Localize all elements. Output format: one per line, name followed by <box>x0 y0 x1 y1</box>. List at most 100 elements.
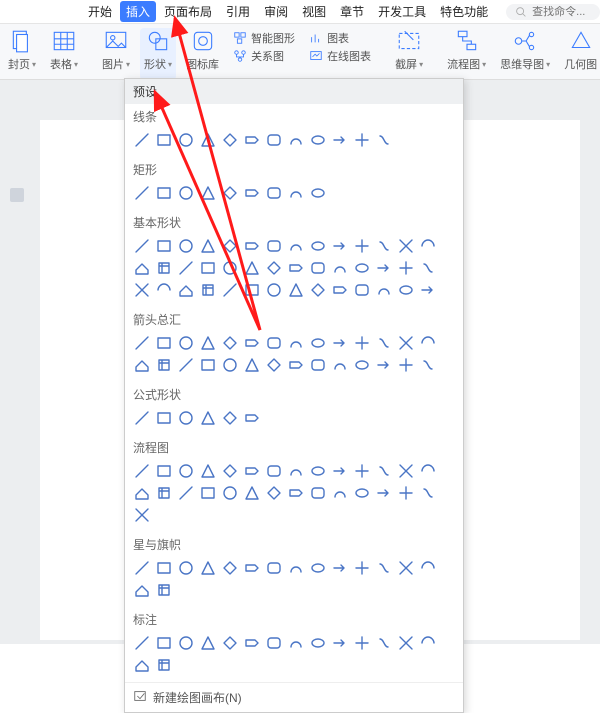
shape-item[interactable] <box>397 484 415 502</box>
shape-item[interactable] <box>155 237 173 255</box>
shape-item[interactable] <box>243 462 261 480</box>
shape-item[interactable] <box>353 131 371 149</box>
shape-item[interactable] <box>199 634 217 652</box>
command-search[interactable] <box>506 4 600 20</box>
shape-item[interactable] <box>155 634 173 652</box>
tab-pagelayout[interactable]: 页面布局 <box>158 1 218 22</box>
shape-item[interactable] <box>221 237 239 255</box>
shape-item[interactable] <box>199 334 217 352</box>
tab-insert[interactable]: 插入 <box>120 1 156 22</box>
tab-feature[interactable]: 特色功能 <box>434 1 494 22</box>
shape-item[interactable] <box>265 334 283 352</box>
shape-item[interactable] <box>199 559 217 577</box>
tab-review[interactable]: 审阅 <box>258 1 294 22</box>
shape-item[interactable] <box>419 259 437 277</box>
shape-item[interactable] <box>331 356 349 374</box>
shape-item[interactable] <box>177 559 195 577</box>
shape-item[interactable] <box>309 184 327 202</box>
shape-item[interactable] <box>221 184 239 202</box>
shape-item[interactable] <box>133 559 151 577</box>
shape-item[interactable] <box>265 559 283 577</box>
shape-item[interactable] <box>265 281 283 299</box>
shape-item[interactable] <box>397 559 415 577</box>
ribbon-shapes[interactable]: 形状▾ <box>140 28 176 80</box>
shape-item[interactable] <box>309 281 327 299</box>
shape-item[interactable] <box>133 409 151 427</box>
shape-item[interactable] <box>243 559 261 577</box>
panel-new-canvas[interactable]: 新建绘图画布(N) <box>125 682 463 712</box>
shape-item[interactable] <box>309 131 327 149</box>
shape-item[interactable] <box>155 184 173 202</box>
shape-item[interactable] <box>133 281 151 299</box>
shape-item[interactable] <box>155 281 173 299</box>
shape-item[interactable] <box>397 634 415 652</box>
search-input[interactable] <box>532 6 592 18</box>
shape-item[interactable] <box>375 462 393 480</box>
shape-item[interactable] <box>309 259 327 277</box>
tab-developer[interactable]: 开发工具 <box>372 1 432 22</box>
shape-item[interactable] <box>309 356 327 374</box>
shape-item[interactable] <box>353 559 371 577</box>
shape-item[interactable] <box>199 356 217 374</box>
shape-item[interactable] <box>375 237 393 255</box>
shape-item[interactable] <box>243 281 261 299</box>
shape-item[interactable] <box>287 334 305 352</box>
shape-item[interactable] <box>419 634 437 652</box>
ribbon-flowchart[interactable]: 流程图▾ <box>443 28 490 80</box>
shape-item[interactable] <box>375 259 393 277</box>
shape-item[interactable] <box>199 131 217 149</box>
shape-item[interactable] <box>133 581 151 599</box>
shape-item[interactable] <box>221 131 239 149</box>
shape-item[interactable] <box>133 356 151 374</box>
shape-item[interactable] <box>353 334 371 352</box>
shape-item[interactable] <box>287 281 305 299</box>
shape-item[interactable] <box>199 462 217 480</box>
ribbon-icons[interactable]: 图标库 <box>182 28 223 80</box>
shape-item[interactable] <box>221 634 239 652</box>
shape-item[interactable] <box>353 634 371 652</box>
ribbon-onlinechart[interactable]: 在线图表 <box>309 48 371 64</box>
shape-item[interactable] <box>133 184 151 202</box>
shape-item[interactable] <box>287 484 305 502</box>
shape-item[interactable] <box>221 259 239 277</box>
shape-item[interactable] <box>177 356 195 374</box>
shape-item[interactable] <box>243 356 261 374</box>
shape-item[interactable] <box>309 634 327 652</box>
ribbon-relation[interactable]: 关系图 <box>233 48 284 64</box>
shape-item[interactable] <box>133 131 151 149</box>
shape-item[interactable] <box>309 237 327 255</box>
shape-item[interactable] <box>243 184 261 202</box>
shape-item[interactable] <box>177 281 195 299</box>
shape-item[interactable] <box>265 356 283 374</box>
shape-item[interactable] <box>397 334 415 352</box>
shape-item[interactable] <box>243 237 261 255</box>
shape-item[interactable] <box>155 131 173 149</box>
shape-item[interactable] <box>353 356 371 374</box>
shape-item[interactable] <box>221 334 239 352</box>
tab-chapter[interactable]: 章节 <box>334 1 370 22</box>
shape-item[interactable] <box>199 281 217 299</box>
shape-item[interactable] <box>243 484 261 502</box>
shape-item[interactable] <box>177 634 195 652</box>
shape-item[interactable] <box>243 131 261 149</box>
shape-item[interactable] <box>265 462 283 480</box>
shape-item[interactable] <box>155 484 173 502</box>
shape-item[interactable] <box>177 334 195 352</box>
shape-item[interactable] <box>397 356 415 374</box>
shape-item[interactable] <box>397 237 415 255</box>
shape-item[interactable] <box>133 259 151 277</box>
shape-item[interactable] <box>133 506 151 524</box>
shape-item[interactable] <box>243 259 261 277</box>
shape-item[interactable] <box>353 259 371 277</box>
shape-item[interactable] <box>265 184 283 202</box>
shape-item[interactable] <box>265 237 283 255</box>
shape-item[interactable] <box>331 131 349 149</box>
shape-item[interactable] <box>287 131 305 149</box>
shape-item[interactable] <box>419 237 437 255</box>
shape-item[interactable] <box>177 462 195 480</box>
shape-item[interactable] <box>177 484 195 502</box>
shape-item[interactable] <box>331 484 349 502</box>
shape-item[interactable] <box>177 184 195 202</box>
shape-item[interactable] <box>221 281 239 299</box>
shape-item[interactable] <box>133 237 151 255</box>
